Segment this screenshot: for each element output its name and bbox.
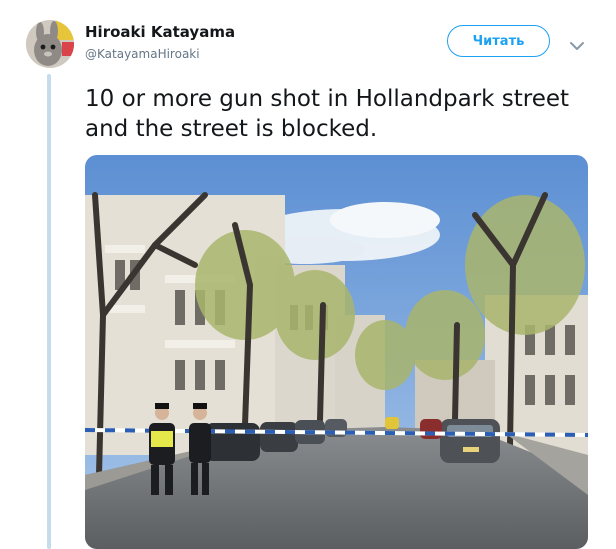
tweet-photo[interactable] xyxy=(85,155,588,549)
street-photo xyxy=(85,155,588,549)
thread-line xyxy=(47,74,51,549)
avatar[interactable] xyxy=(26,20,74,68)
tweet-text: 10 or more gun shot in Hollandpark stree… xyxy=(85,86,570,142)
follow-button[interactable]: Читать xyxy=(447,25,550,57)
chevron-down-icon[interactable] xyxy=(569,37,585,50)
author-handle[interactable]: @KatayamaHiroaki xyxy=(85,47,200,61)
author-name[interactable]: Hiroaki Katayama xyxy=(85,23,235,41)
avatar-image xyxy=(26,20,74,68)
